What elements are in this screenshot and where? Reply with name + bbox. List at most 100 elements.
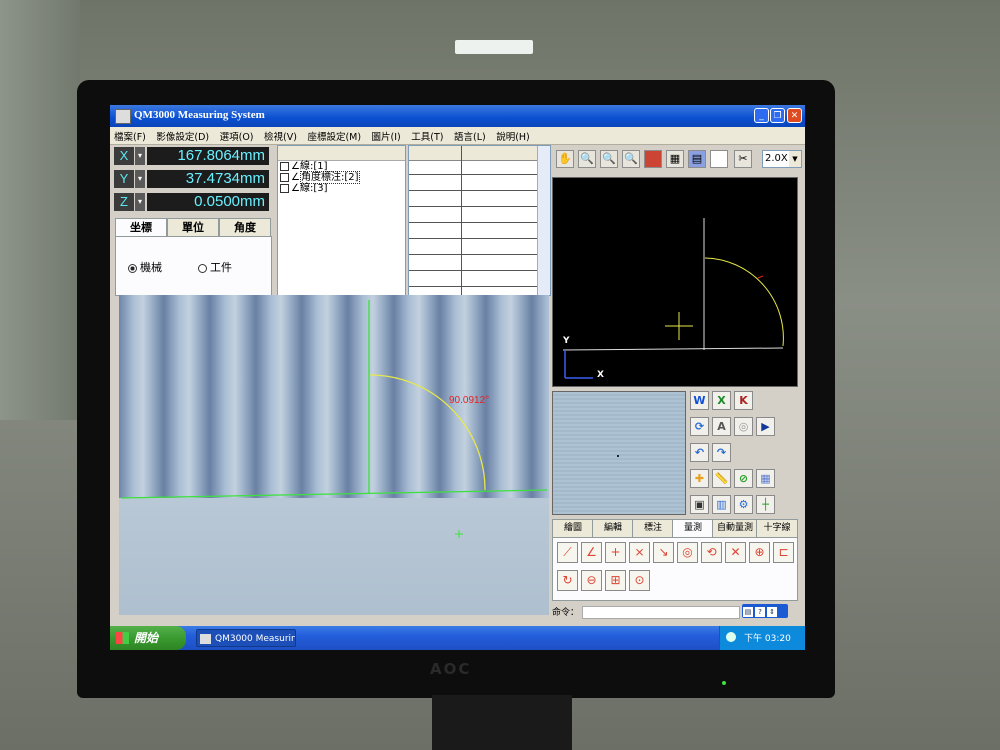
checkbox-icon[interactable] <box>280 172 289 182</box>
menu-coordinate-settings[interactable]: 座標設定(M) <box>303 127 364 143</box>
table-row <box>409 238 537 239</box>
list-item[interactable]: ∠線:[3] <box>278 183 405 194</box>
ceiling-light <box>455 40 533 54</box>
camera-view[interactable]: 90.0912° <box>119 295 549 615</box>
radio-machine[interactable]: 機械 <box>128 259 162 275</box>
measure-distance-icon[interactable]: ↘ <box>653 542 674 563</box>
settings-icon[interactable]: ⚙ <box>734 495 753 514</box>
table-row <box>409 190 537 191</box>
measure-line-icon[interactable]: ⟋ <box>557 542 578 563</box>
start-button[interactable]: 開始 <box>110 626 186 650</box>
zoom-out-icon[interactable]: 🔍 <box>600 150 618 168</box>
command-input[interactable] <box>582 606 740 619</box>
measure-grid-icon[interactable]: ⊞ <box>605 570 626 591</box>
tools-icon[interactable]: ✂ <box>734 150 752 168</box>
axis-icon[interactable]: ┼ <box>756 495 775 514</box>
language-indicator[interactable]: ▤? ⇕ <box>742 604 788 618</box>
tab-coordinates[interactable]: 坐標 <box>115 218 167 237</box>
windows-flag-icon <box>116 632 129 644</box>
menu-view[interactable]: 檢視(V) <box>260 127 300 143</box>
measure-intersect-icon[interactable]: ⨯ <box>629 542 650 563</box>
help-icon[interactable]: ? <box>755 607 765 617</box>
menu-help[interactable]: 說明(H) <box>492 127 533 143</box>
measure-edge-icon[interactable]: ⊏ <box>773 542 794 563</box>
ruler-icon[interactable]: 📏 <box>712 469 731 488</box>
measure-target-icon[interactable]: ⊙ <box>629 570 650 591</box>
tab-edit[interactable]: 編輯 <box>592 519 634 537</box>
report-icon[interactable]: K <box>734 391 753 410</box>
line-icon: ∠ <box>291 161 300 172</box>
camera-thumbnail[interactable] <box>552 391 686 515</box>
redo-icon[interactable]: ↷ <box>712 443 731 462</box>
tab-units[interactable]: 單位 <box>167 218 219 236</box>
menu-options[interactable]: 選項(O) <box>216 127 257 143</box>
z-dropdown-icon[interactable]: ▾ <box>135 193 145 211</box>
no-icon[interactable]: ⊘ <box>734 469 753 488</box>
z-axis-label: Z <box>114 193 134 211</box>
tab-angle[interactable]: 角度 <box>219 218 271 236</box>
measure-ellipse-icon[interactable]: ⊖ <box>581 570 602 591</box>
function-icon-grid: W X K ⟳ A ◎ ▶ ↶ ↷ ✚ 📏 ⊘ ▦ ▣ ▥ ⚙ ┼ <box>690 391 796 514</box>
x-dropdown-icon[interactable]: ▾ <box>135 147 145 165</box>
word-export-icon[interactable]: W <box>690 391 709 410</box>
mesh-icon[interactable]: ▤ <box>688 150 706 168</box>
grid-icon[interactable]: ▦ <box>666 150 684 168</box>
menu-image-settings[interactable]: 影像設定(D) <box>152 127 212 143</box>
zoom-fit-icon[interactable]: 🔍 <box>622 150 640 168</box>
zoom-in-icon[interactable]: 🔍 <box>578 150 596 168</box>
text-icon[interactable]: A <box>712 417 731 436</box>
grid-icon[interactable]: ▦ <box>756 469 775 488</box>
tray-chevron-icon[interactable] <box>726 632 736 642</box>
system-tray: 下午 03:20 <box>719 626 805 650</box>
list-item[interactable]: ∠角度標注:[2] <box>278 171 405 184</box>
y-coordinate-row: Y ▾ 37.4734mm <box>110 168 270 188</box>
close-button[interactable]: ✕ <box>787 108 802 123</box>
tab-auto-measure[interactable]: 自動量測 <box>712 519 758 537</box>
measure-cross-icon[interactable]: ✕ <box>725 542 746 563</box>
graphic-view[interactable]: Y X <box>552 177 798 387</box>
measure-center-icon[interactable]: ⊕ <box>749 542 770 563</box>
excel-export-icon[interactable]: X <box>712 391 731 410</box>
tab-measure[interactable]: 量測 <box>672 519 714 538</box>
image-icon[interactable]: ▣ <box>690 495 709 514</box>
color-icon[interactable] <box>644 150 662 168</box>
menu-image[interactable]: 圖片(I) <box>368 127 404 143</box>
measure-circle-icon[interactable]: ◎ <box>677 542 698 563</box>
window-title: QM3000 Measuring System <box>134 109 265 121</box>
camera-icon[interactable]: ▥ <box>712 495 731 514</box>
measure-arc-icon[interactable]: ⟲ <box>701 542 722 563</box>
tab-crosshair[interactable]: 十字線 <box>756 519 798 537</box>
y-dropdown-icon[interactable]: ▾ <box>135 170 145 188</box>
graphic-marker <box>757 275 764 279</box>
tray-arrow-icon[interactable]: ⇕ <box>767 607 777 617</box>
menu-tools[interactable]: 工具(T) <box>407 127 446 143</box>
blank-icon[interactable] <box>710 150 728 168</box>
minimize-button[interactable]: _ <box>754 108 769 123</box>
refresh-icon[interactable]: ⟳ <box>690 417 709 436</box>
disc-icon[interactable]: ◎ <box>734 417 753 436</box>
taskbar-item[interactable]: QM3000 Measuring S... <box>196 629 296 647</box>
menu-file[interactable]: 檔案(F) <box>110 127 149 143</box>
table-scrollbar[interactable] <box>537 146 550 295</box>
checkbox-icon[interactable] <box>280 161 289 171</box>
measure-point-icon[interactable]: + <box>605 542 626 563</box>
measure-rotate-icon[interactable]: ↻ <box>557 570 578 591</box>
ime-icon[interactable]: ▤ <box>743 607 753 617</box>
radio-workpiece[interactable]: 工件 <box>198 259 232 275</box>
checkbox-icon[interactable] <box>280 183 289 193</box>
start-label: 開始 <box>134 631 159 645</box>
app-icon <box>200 634 211 644</box>
restore-button[interactable]: ❐ <box>770 108 785 123</box>
measure-angle-icon[interactable]: ∠ <box>581 542 602 563</box>
menu-language[interactable]: 語言(L) <box>450 127 489 143</box>
tab-draw[interactable]: 繪圖 <box>552 519 594 537</box>
chevron-down-icon: ▼ <box>789 151 801 167</box>
tab-annotate[interactable]: 標注 <box>632 519 674 537</box>
zoom-select[interactable]: 2.0X ▼ <box>762 150 802 168</box>
angle-value-label: 90.0912° <box>449 395 490 406</box>
crosshair-icon[interactable]: ✚ <box>690 469 709 488</box>
play-icon[interactable]: ▶ <box>756 417 775 436</box>
undo-icon[interactable]: ↶ <box>690 443 709 462</box>
column-divider <box>461 146 462 295</box>
hand-icon[interactable]: ✋ <box>556 150 574 168</box>
